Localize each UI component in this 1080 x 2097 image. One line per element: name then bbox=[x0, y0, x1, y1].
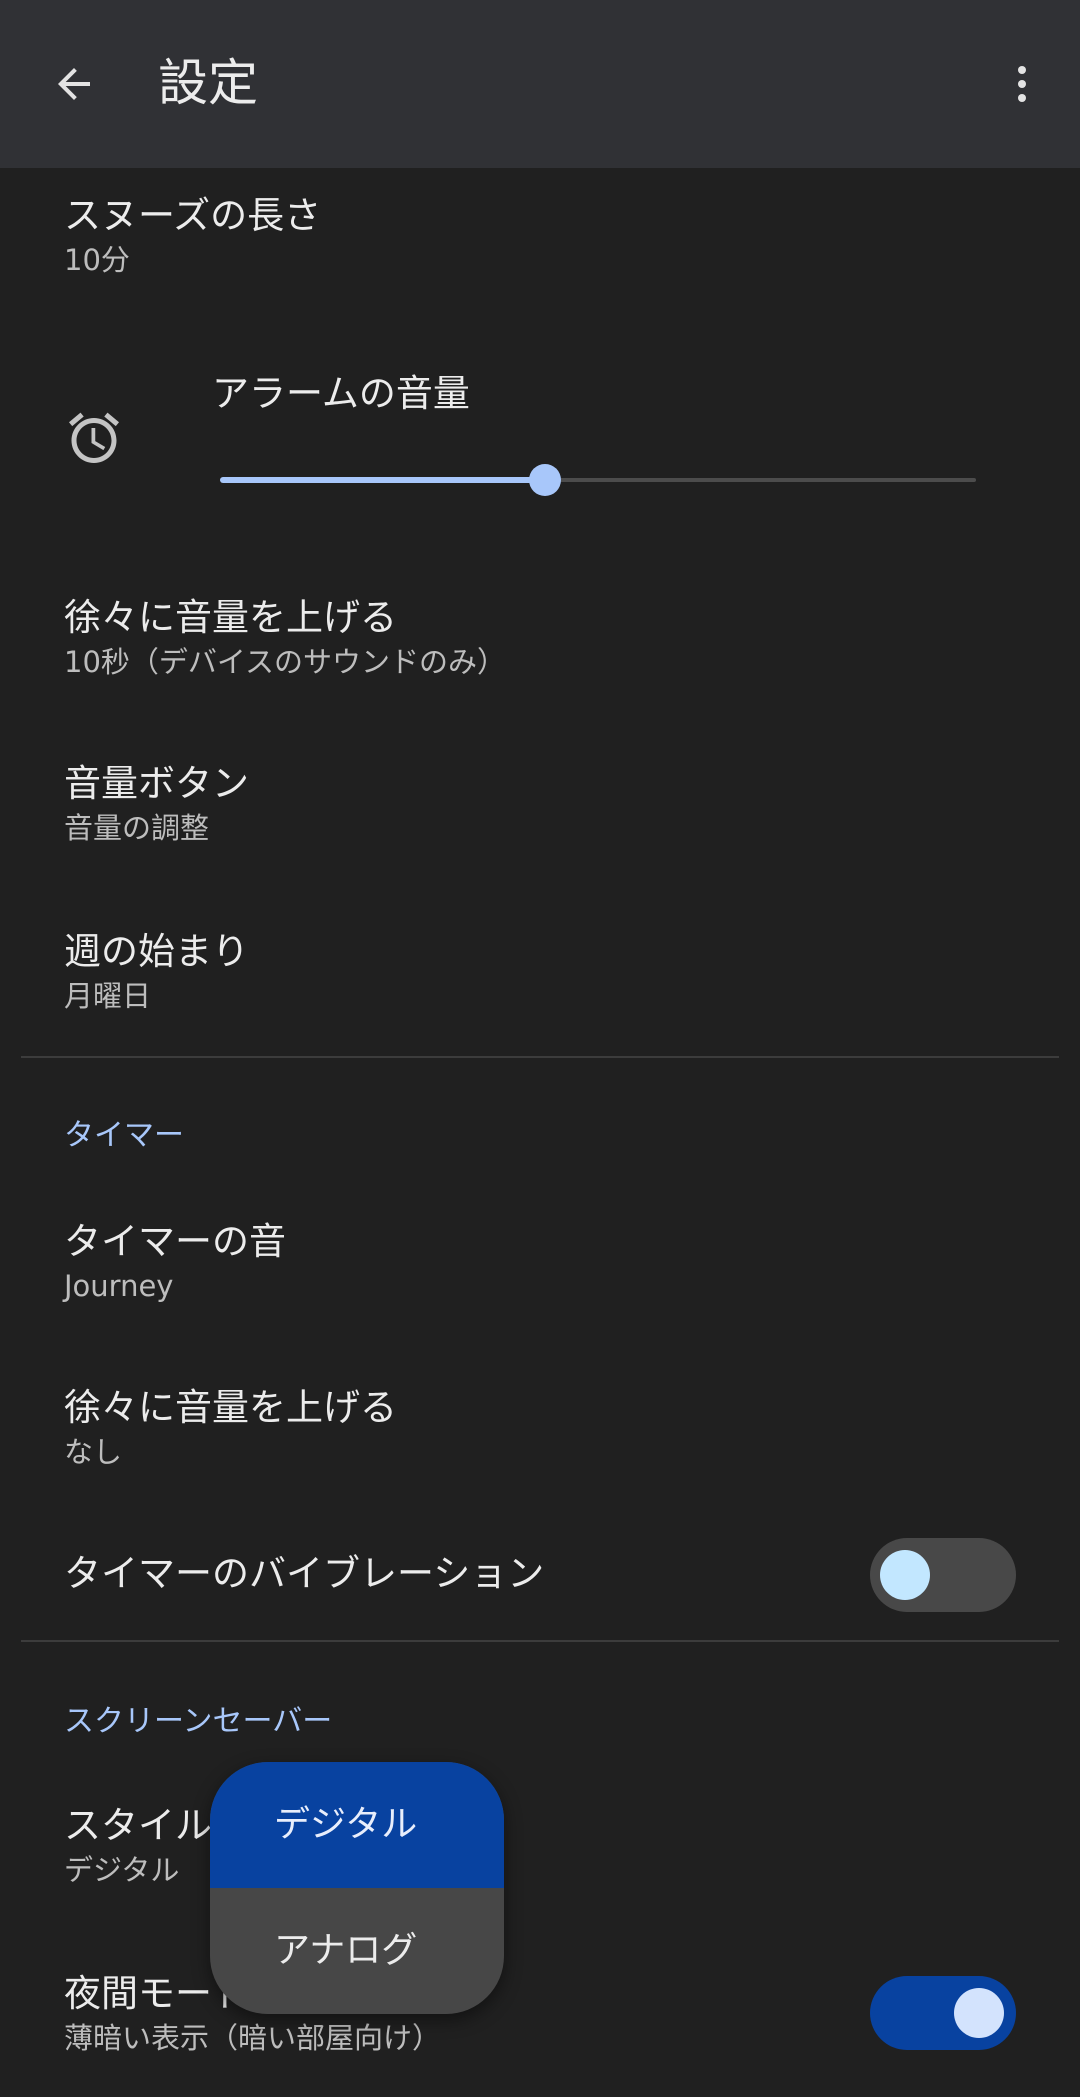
setting-value: 音量の調整 bbox=[64, 811, 210, 845]
timer-vibration-toggle[interactable] bbox=[870, 1538, 1016, 1612]
more-options-button[interactable] bbox=[982, 44, 1062, 124]
slider-fill bbox=[220, 477, 546, 483]
setting-value: 10秒（デバイスのサウンドのみ） bbox=[64, 645, 507, 679]
setting-week-start[interactable]: 週の始まり 月曜日 bbox=[64, 928, 249, 1016]
section-divider bbox=[21, 1056, 1059, 1058]
setting-value: 薄暗い表示（暗い部屋向け） bbox=[64, 2021, 442, 2055]
app-bar: 設定 bbox=[0, 0, 1080, 168]
alarm-clock-icon bbox=[69, 412, 119, 463]
setting-title: 週の始まり bbox=[64, 930, 249, 973]
section-header-timer: タイマー bbox=[64, 1118, 184, 1153]
alarm-volume-slider[interactable] bbox=[220, 464, 976, 496]
setting-screensaver-style[interactable]: スタイル デジタル bbox=[64, 1802, 212, 1890]
setting-timer-gradual-volume[interactable]: 徐々に音量を上げる なし bbox=[64, 1384, 397, 1472]
toggle-knob bbox=[880, 1550, 930, 1600]
style-dropdown-menu: デジタル アナログ bbox=[210, 1762, 504, 2014]
setting-value: 月曜日 bbox=[64, 979, 152, 1013]
setting-value: なし bbox=[64, 1435, 123, 1469]
setting-title: 徐々に音量を上げる bbox=[64, 1386, 397, 1429]
setting-alarm-gradual-volume[interactable]: 徐々に音量を上げる 10秒（デバイスのサウンドのみ） bbox=[64, 594, 506, 682]
night-mode-toggle[interactable] bbox=[870, 1976, 1016, 2050]
setting-title: タイマーの音 bbox=[64, 1220, 286, 1263]
style-option-digital[interactable]: デジタル bbox=[210, 1762, 504, 1888]
back-button[interactable] bbox=[34, 44, 114, 124]
section-divider bbox=[21, 1640, 1059, 1642]
setting-value: Journey bbox=[64, 1269, 174, 1303]
alarm-volume-label: アラームの音量 bbox=[212, 372, 470, 415]
setting-volume-buttons[interactable]: 音量ボタン 音量の調整 bbox=[64, 760, 249, 848]
slider-thumb[interactable] bbox=[529, 464, 562, 496]
setting-snooze-length[interactable]: スヌーズの長さ 10分 bbox=[64, 192, 321, 280]
section-header-screensaver: スクリーンセーバー bbox=[64, 1704, 333, 1739]
style-option-analog[interactable]: アナログ bbox=[210, 1888, 504, 2014]
more-vert-icon bbox=[1018, 66, 1026, 102]
setting-timer-vibration[interactable]: タイマーのバイブレーション bbox=[64, 1550, 544, 1598]
setting-timer-sound[interactable]: タイマーの音 Journey bbox=[64, 1218, 286, 1306]
setting-title: タイマーのバイブレーション bbox=[64, 1552, 545, 1595]
setting-title: 徐々に音量を上げる bbox=[64, 596, 397, 639]
setting-title: スヌーズの長さ bbox=[64, 194, 322, 237]
setting-title: スタイル bbox=[64, 1804, 212, 1847]
page-title: 設定 bbox=[158, 54, 258, 112]
arrow-left-icon bbox=[58, 68, 90, 100]
setting-value: 10分 bbox=[64, 243, 130, 277]
setting-title: 音量ボタン bbox=[64, 762, 249, 805]
toggle-knob bbox=[954, 1988, 1004, 2038]
setting-value: デジタル bbox=[64, 1853, 180, 1887]
